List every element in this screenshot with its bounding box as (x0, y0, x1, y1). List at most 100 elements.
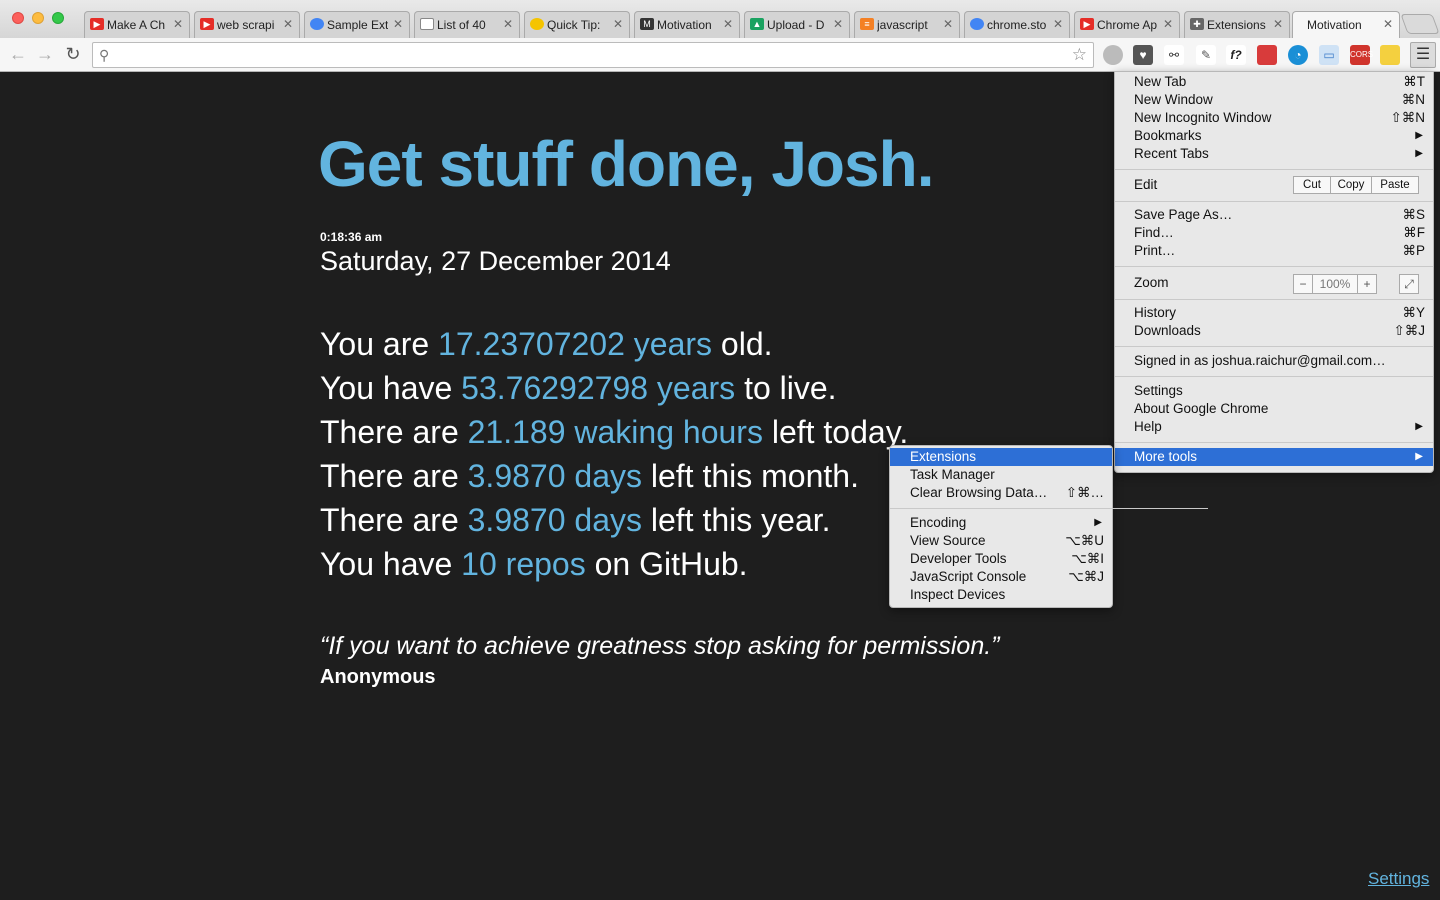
browser-tab[interactable]: Quick Tip: ✕ (524, 11, 630, 38)
submenu-inspect-devices[interactable]: Inspect Devices (890, 586, 1112, 604)
menu-divider (890, 508, 1208, 509)
reload-icon[interactable]: ↻ (63, 44, 83, 64)
current-time: 0:18:36 am (320, 230, 383, 244)
copy-button[interactable]: Copy (1330, 176, 1372, 194)
menu-new-window[interactable]: New Window ⌘N (1115, 91, 1433, 109)
window-close-button[interactable] (12, 12, 24, 24)
close-tab-icon[interactable]: ✕ (943, 17, 953, 31)
browser-tab[interactable]: ▶ Chrome Ap ✕ (1074, 11, 1180, 38)
lightbulb-icon (530, 18, 544, 30)
close-tab-icon[interactable]: ✕ (1163, 17, 1173, 31)
menu-more-tools[interactable]: More tools ▶ (1115, 448, 1433, 466)
close-tab-icon[interactable]: ✕ (1053, 17, 1063, 31)
browser-tab-active[interactable]: Motivation ✕ (1292, 11, 1400, 39)
menu-print[interactable]: Print… ⌘P (1115, 242, 1433, 260)
browser-tab[interactable]: ▶ web scrapi ✕ (194, 11, 300, 38)
book-icon[interactable] (1257, 45, 1277, 65)
settings-link[interactable]: Settings (1368, 869, 1429, 889)
submenu-extensions[interactable]: Extensions (890, 448, 1112, 466)
link-icon[interactable]: ⚯ (1164, 45, 1184, 65)
paste-button[interactable]: Paste (1371, 176, 1419, 194)
menu-divider (1115, 201, 1433, 202)
menu-divider (1115, 346, 1433, 347)
puzzle-icon: ✚ (1190, 18, 1204, 30)
youtube-icon: ▶ (1080, 18, 1094, 30)
browser-tab[interactable]: M Motivation ✕ (634, 11, 740, 38)
window-zoom-button[interactable] (52, 12, 64, 24)
cut-button[interactable]: Cut (1293, 176, 1331, 194)
chrome-menu-button[interactable]: ☰ (1410, 42, 1436, 68)
menu-divider (1115, 299, 1433, 300)
stat-days-month: There are 3.9870 days left this month. (320, 458, 859, 494)
quote-author: Anonymous (320, 666, 436, 688)
zoom-out-button[interactable]: − (1293, 274, 1313, 294)
menu-divider (1115, 266, 1433, 267)
browser-tab[interactable]: List of 40 ✕ (414, 11, 520, 38)
notes-icon[interactable] (1380, 45, 1400, 65)
zoom-in-button[interactable]: + (1357, 274, 1377, 294)
menu-zoom-label: Zoom (1134, 275, 1169, 290)
menu-history[interactable]: History ⌘Y (1115, 304, 1433, 322)
submenu-arrow-icon: ▶ (1094, 517, 1102, 528)
forward-arrow-icon[interactable]: → (35, 44, 55, 64)
browser-tab[interactable]: ▲ Upload - D ✕ (744, 11, 850, 38)
menu-help[interactable]: Help ▶ (1115, 418, 1433, 436)
menu-new-incognito[interactable]: New Incognito Window ⇧⌘N (1115, 109, 1433, 127)
medium-icon: M (640, 18, 654, 30)
browser-tab[interactable]: ≡ javascript ✕ (854, 11, 960, 38)
submenu-encoding[interactable]: Encoding ▶ (890, 514, 1112, 532)
quote-text: “If you want to achieve greatness stop a… (320, 632, 1000, 660)
submenu-task-manager[interactable]: Task Manager (890, 466, 1112, 484)
browser-tab[interactable]: chrome.sto ✕ (964, 11, 1070, 38)
new-tab-button[interactable] (1400, 14, 1440, 34)
stat-github-repos: You have 10 repos on GitHub. (320, 546, 748, 582)
stat-waking-hours: There are 21.189 waking hours left today… (320, 414, 909, 450)
close-tab-icon[interactable]: ✕ (613, 17, 623, 31)
browser-tab[interactable]: ▶ Make A Ch ✕ (84, 11, 190, 38)
menu-new-tab[interactable]: New Tab ⌘T (1115, 73, 1433, 91)
submenu-clear-browsing-data[interactable]: Clear Browsing Data… ⇧⌘… (890, 484, 1112, 502)
close-tab-icon[interactable]: ✕ (1273, 17, 1283, 31)
menu-bookmarks[interactable]: Bookmarks ▶ (1115, 127, 1433, 145)
submenu-developer-tools[interactable]: Developer Tools ⌥⌘I (890, 550, 1112, 568)
close-tab-icon[interactable]: ✕ (173, 17, 183, 31)
browser-tab[interactable]: Sample Ext ✕ (304, 11, 410, 38)
menu-about[interactable]: About Google Chrome (1115, 400, 1433, 418)
cors-icon[interactable]: CORS (1350, 45, 1373, 65)
extension-download-icon[interactable] (1103, 45, 1123, 65)
close-tab-icon[interactable]: ✕ (833, 17, 843, 31)
stat-age: You are 17.23707202 years old. (320, 326, 773, 362)
back-arrow-icon[interactable]: ← (8, 44, 28, 64)
menu-save-page[interactable]: Save Page As… ⌘S (1115, 206, 1433, 224)
youtube-icon: ▶ (200, 18, 214, 30)
address-bar[interactable]: ⚲ ☆ (92, 42, 1094, 68)
close-tab-icon[interactable]: ✕ (1383, 17, 1393, 31)
close-tab-icon[interactable]: ✕ (723, 17, 733, 31)
chrome-icon (970, 18, 984, 30)
menu-divider (1115, 376, 1433, 377)
eyedropper-icon[interactable]: ✎ (1196, 45, 1216, 65)
close-tab-icon[interactable]: ✕ (393, 17, 403, 31)
window-minimize-button[interactable] (32, 12, 44, 24)
close-tab-icon[interactable]: ✕ (283, 17, 293, 31)
menu-signed-in[interactable]: Signed in as joshua.raichur@gmail.com… (1115, 352, 1433, 370)
clock-icon[interactable]: ◔ (1288, 45, 1308, 65)
window-icon[interactable]: ▭ (1319, 45, 1339, 65)
submenu-javascript-console[interactable]: JavaScript Console ⌥⌘J (890, 568, 1112, 586)
chrome-menu: New Tab ⌘T New Window ⌘N New Incognito Win… (1114, 71, 1434, 473)
youtube-icon: ▶ (90, 18, 104, 30)
menu-recent-tabs[interactable]: Recent Tabs ▶ (1115, 145, 1433, 163)
stat-days-year: There are 3.9870 days left this year. (320, 502, 831, 538)
submenu-arrow-icon: ▶ (1415, 130, 1423, 141)
menu-downloads[interactable]: Downloads ⇧⌘J (1115, 322, 1433, 340)
close-tab-icon[interactable]: ✕ (503, 17, 513, 31)
submenu-view-source[interactable]: View Source ⌥⌘U (890, 532, 1112, 550)
pocket-icon[interactable]: ♥ (1133, 45, 1153, 65)
menu-find[interactable]: Find… ⌘F (1115, 224, 1433, 242)
fullscreen-icon[interactable]: ⤢ (1399, 274, 1419, 294)
font-identifier-icon[interactable]: f? (1226, 45, 1246, 65)
bookmark-star-icon[interactable]: ☆ (1072, 45, 1087, 65)
browser-tab[interactable]: ✚ Extensions ✕ (1184, 11, 1290, 38)
stackoverflow-icon: ≡ (860, 18, 874, 30)
menu-settings[interactable]: Settings (1115, 382, 1433, 400)
